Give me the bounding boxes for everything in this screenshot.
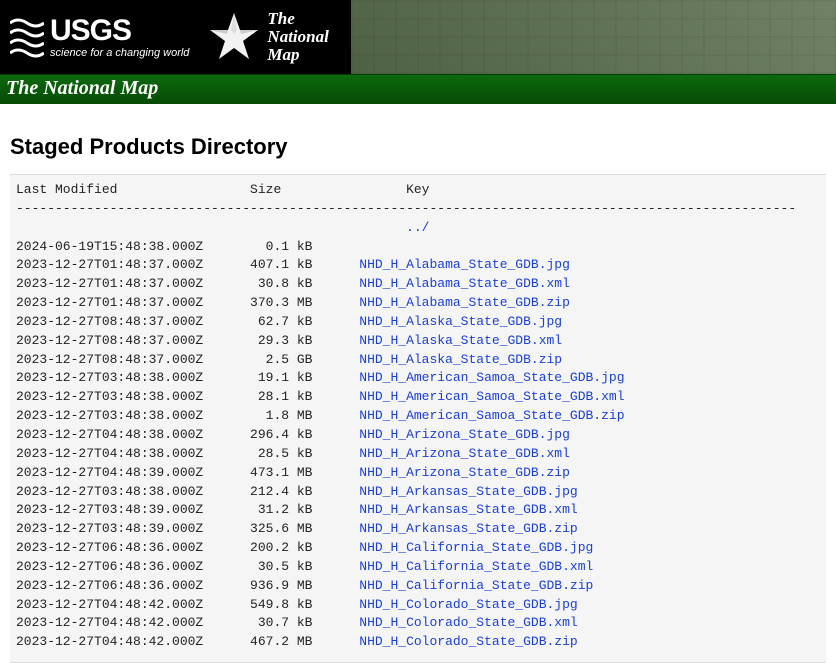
- file-link[interactable]: NHD_H_Alaska_State_GDB.jpg: [359, 314, 562, 329]
- file-link[interactable]: NHD_H_American_Samoa_State_GDB.xml: [359, 389, 624, 404]
- file-link[interactable]: NHD_H_Arizona_State_GDB.zip: [359, 465, 570, 480]
- content-area: Staged Products Directory Last Modified …: [0, 104, 836, 663]
- usgs-logo-text: USGS: [50, 16, 189, 46]
- file-link[interactable]: NHD_H_Colorado_State_GDB.xml: [359, 615, 577, 630]
- file-link[interactable]: NHD_H_California_State_GDB.zip: [359, 578, 593, 593]
- file-link[interactable]: NHD_H_Arkansas_State_GDB.jpg: [359, 484, 577, 499]
- tnm-logo-block: The National Map: [207, 10, 328, 64]
- tnm-line2: National: [267, 28, 328, 46]
- usgs-wave-icon: [10, 15, 44, 59]
- tnm-line3: Map: [267, 46, 328, 64]
- file-link[interactable]: NHD_H_Colorado_State_GDB.zip: [359, 634, 577, 649]
- banner-satellite-bg: [351, 0, 836, 74]
- file-link[interactable]: NHD_H_Arkansas_State_GDB.xml: [359, 502, 577, 517]
- directory-listing: Last Modified Size Key -----------------…: [10, 174, 826, 663]
- file-link[interactable]: NHD_H_Arizona_State_GDB.jpg: [359, 427, 570, 442]
- file-link[interactable]: NHD_H_American_Samoa_State_GDB.jpg: [359, 370, 624, 385]
- file-link[interactable]: NHD_H_Alabama_State_GDB.zip: [359, 295, 570, 310]
- greenbar-title: The National Map: [0, 74, 836, 104]
- tnm-logo-text: The National Map: [267, 10, 328, 64]
- file-link[interactable]: NHD_H_California_State_GDB.xml: [359, 559, 593, 574]
- file-link[interactable]: NHD_H_Alabama_State_GDB.xml: [359, 276, 570, 291]
- file-link[interactable]: NHD_H_Alaska_State_GDB.xml: [359, 333, 562, 348]
- file-link[interactable]: NHD_H_Alabama_State_GDB.jpg: [359, 257, 570, 272]
- file-link[interactable]: NHD_H_Alaska_State_GDB.zip: [359, 352, 562, 367]
- tnm-star-icon: [207, 10, 261, 64]
- page-title: Staged Products Directory: [10, 134, 826, 160]
- file-link[interactable]: NHD_H_California_State_GDB.jpg: [359, 540, 593, 555]
- listing-separator: ----------------------------------------…: [16, 201, 796, 216]
- header-banner: USGS science for a changing world The Na…: [0, 0, 836, 74]
- usgs-logo-block: USGS science for a changing world: [0, 15, 189, 59]
- listing-header-row: Last Modified Size Key: [16, 182, 429, 197]
- parent-dir-link[interactable]: ../: [406, 220, 429, 235]
- tnm-line1: The: [267, 10, 328, 28]
- usgs-tagline: science for a changing world: [50, 48, 189, 59]
- file-link[interactable]: NHD_H_Arkansas_State_GDB.zip: [359, 521, 577, 536]
- file-link[interactable]: NHD_H_Arizona_State_GDB.xml: [359, 446, 570, 461]
- file-link[interactable]: NHD_H_Colorado_State_GDB.jpg: [359, 597, 577, 612]
- file-link[interactable]: NHD_H_American_Samoa_State_GDB.zip: [359, 408, 624, 423]
